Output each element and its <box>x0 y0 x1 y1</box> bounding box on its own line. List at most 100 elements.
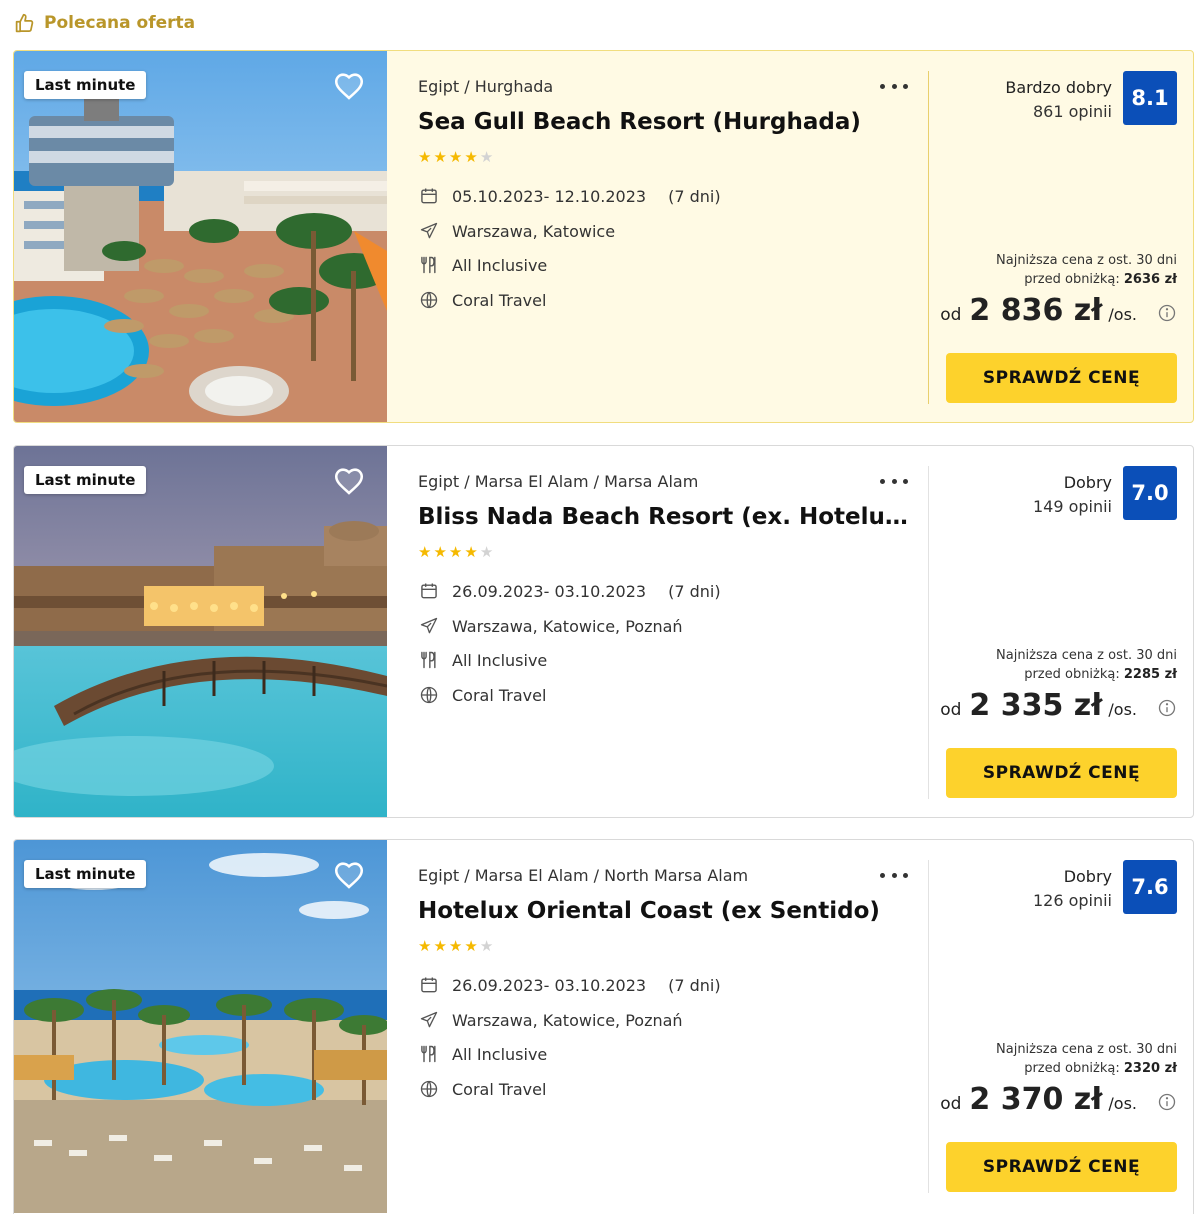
offer-departure: Warszawa, Katowice, Poznań <box>418 615 683 637</box>
recommended-offer-header: Polecana oferta <box>14 10 195 36</box>
lowest-price-value: 2636 zł <box>1123 272 1177 287</box>
offer-board-type: All Inclusive <box>452 650 548 670</box>
offer-card-bliss-nada[interactable]: Last minute Egipt / Marsa El Alam / Mars… <box>13 445 1194 818</box>
lowest-price-note: Najniższa cena z ost. 30 dni przed obniż… <box>996 1040 1177 1078</box>
star-icon: ★ <box>433 937 447 955</box>
price-from-label: od <box>940 305 962 325</box>
offer-departure-cities: Warszawa, Katowice, Poznań <box>452 1010 683 1030</box>
offer-date-range: 26.09.2023- 03.10.2023 <box>452 581 647 601</box>
offer-date-range: 05.10.2023- 12.10.2023 <box>452 186 647 206</box>
offer-duration: (7 dni) <box>668 186 721 206</box>
offer-date-range: 26.09.2023- 03.10.2023 <box>452 975 647 995</box>
hotel-name[interactable]: Bliss Nada Beach Resort (ex. Hotelux ... <box>418 504 908 530</box>
globe-icon <box>418 684 440 706</box>
info-icon[interactable] <box>1157 303 1177 323</box>
star-icon: ★ <box>448 543 463 561</box>
offer-board: All Inclusive <box>418 254 547 276</box>
column-divider <box>928 71 929 404</box>
price-per-person: /os. <box>1108 1094 1137 1113</box>
globe-icon <box>418 289 440 311</box>
hotel-stars: ★ ★ ★ ★ ★ <box>418 545 493 560</box>
price-amount: 2 836 zł <box>969 293 1103 328</box>
hotel-photo[interactable]: Last minute <box>14 446 387 817</box>
lowest-price-value: 2320 zł <box>1123 1061 1177 1076</box>
offer-card-hotelux-oriental[interactable]: Last minute Egipt / Marsa El Alam / Nort… <box>13 839 1194 1214</box>
lowest-price-line: Najniższa cena z ost. 30 dni <box>996 1042 1177 1057</box>
info-icon[interactable] <box>1157 1092 1177 1112</box>
hotel-location[interactable]: Egipt / Hurghada <box>418 77 553 96</box>
rating-score-badge: 7.6 <box>1123 860 1177 914</box>
check-price-button[interactable]: SPRAWDŹ CENĘ <box>946 1142 1177 1192</box>
hotel-photo[interactable]: Last minute <box>14 51 387 422</box>
offer-dates: 05.10.2023- 12.10.2023 (7 dni) <box>418 185 721 207</box>
rating-score-badge: 8.1 <box>1123 71 1177 125</box>
hotel-name[interactable]: Sea Gull Beach Resort (Hurghada) <box>418 109 908 135</box>
offer-departure-cities: Warszawa, Katowice <box>452 221 616 241</box>
star-icon: ★ <box>448 148 463 166</box>
column-divider <box>928 860 929 1193</box>
price-amount: 2 370 zł <box>969 1082 1103 1117</box>
calendar-icon <box>418 974 440 996</box>
rating-summary[interactable]: Dobry 126 opinii <box>1033 865 1112 913</box>
check-price-button[interactable]: SPRAWDŹ CENĘ <box>946 748 1177 798</box>
lowest-price-note: Najniższa cena z ost. 30 dni przed obniż… <box>996 646 1177 684</box>
rating-summary[interactable]: Dobry 149 opinii <box>1033 471 1112 519</box>
price-row: od 2 335 zł /os. <box>940 688 1177 723</box>
more-dots-icon[interactable] <box>880 76 908 96</box>
heart-icon[interactable] <box>332 464 366 498</box>
review-count[interactable]: 861 opinii <box>1005 100 1112 124</box>
hotel-stars: ★ ★ ★ ★ ★ <box>418 150 493 165</box>
lowest-price-line: Najniższa cena z ost. 30 dni <box>996 648 1177 663</box>
offer-dates: 26.09.2023- 03.10.2023 (7 dni) <box>418 580 721 602</box>
recommended-offer-label: Polecana oferta <box>44 13 196 33</box>
price-from-label: od <box>940 700 962 720</box>
lowest-price-line: Najniższa cena z ost. 30 dni <box>996 253 1177 268</box>
price-per-person: /os. <box>1108 700 1137 719</box>
more-dots-icon[interactable] <box>880 865 908 885</box>
hotel-stars: ★ ★ ★ ★ ★ <box>418 939 493 954</box>
star-icon: ★ <box>433 148 447 166</box>
offer-board: All Inclusive <box>418 1043 547 1065</box>
last-minute-badge: Last minute <box>24 466 147 494</box>
rating-word: Bardzo dobry <box>1005 78 1112 97</box>
star-icon: ★ <box>418 937 432 955</box>
star-icon: ★ <box>433 543 447 561</box>
lowest-price-value: 2285 zł <box>1123 667 1177 682</box>
check-price-button[interactable]: SPRAWDŹ CENĘ <box>946 353 1177 403</box>
lowest-price-label: przed obniżką: <box>1024 1061 1120 1076</box>
heart-icon[interactable] <box>332 69 366 103</box>
offer-board-type: All Inclusive <box>452 255 548 275</box>
hotel-photo-image <box>14 840 387 1213</box>
lowest-price-label: przed obniżką: <box>1024 272 1120 287</box>
star-icon: ★ <box>448 937 463 955</box>
hotel-photo[interactable]: Last minute <box>14 840 387 1214</box>
heart-icon[interactable] <box>332 858 366 892</box>
info-icon[interactable] <box>1157 698 1177 718</box>
more-dots-icon[interactable] <box>880 471 908 491</box>
hotel-name[interactable]: Hotelux Oriental Coast (ex Sentido) <box>418 898 908 924</box>
globe-icon <box>418 1078 440 1100</box>
cutlery-icon <box>418 1043 440 1065</box>
rating-word: Dobry <box>1063 867 1112 886</box>
lowest-price-note: Najniższa cena z ost. 30 dni przed obniż… <box>996 251 1177 289</box>
rating-summary[interactable]: Bardzo dobry 861 opinii <box>1005 76 1112 124</box>
plane-icon <box>418 220 440 242</box>
rating-word: Dobry <box>1063 473 1112 492</box>
price-amount: 2 335 zł <box>969 688 1103 723</box>
hotel-location[interactable]: Egipt / Marsa El Alam / Marsa Alam <box>418 472 698 491</box>
offer-duration: (7 dni) <box>668 581 721 601</box>
price-row: od 2 836 zł /os. <box>940 293 1177 328</box>
hotel-location[interactable]: Egipt / Marsa El Alam / North Marsa Alam <box>418 866 748 885</box>
review-count[interactable]: 126 opinii <box>1033 889 1112 913</box>
offer-duration: (7 dni) <box>668 975 721 995</box>
cutlery-icon <box>418 254 440 276</box>
cutlery-icon <box>418 649 440 671</box>
offer-departure: Warszawa, Katowice, Poznań <box>418 1009 683 1031</box>
last-minute-badge: Last minute <box>24 860 147 888</box>
offer-operator: Coral Travel <box>418 1078 546 1100</box>
star-icon: ★ <box>418 543 432 561</box>
offer-card-sea-gull[interactable]: Last minute Egipt / Hurghada Sea Gull Be… <box>13 50 1194 423</box>
calendar-icon <box>418 185 440 207</box>
review-count[interactable]: 149 opinii <box>1033 495 1112 519</box>
star-icon: ★ <box>418 148 432 166</box>
